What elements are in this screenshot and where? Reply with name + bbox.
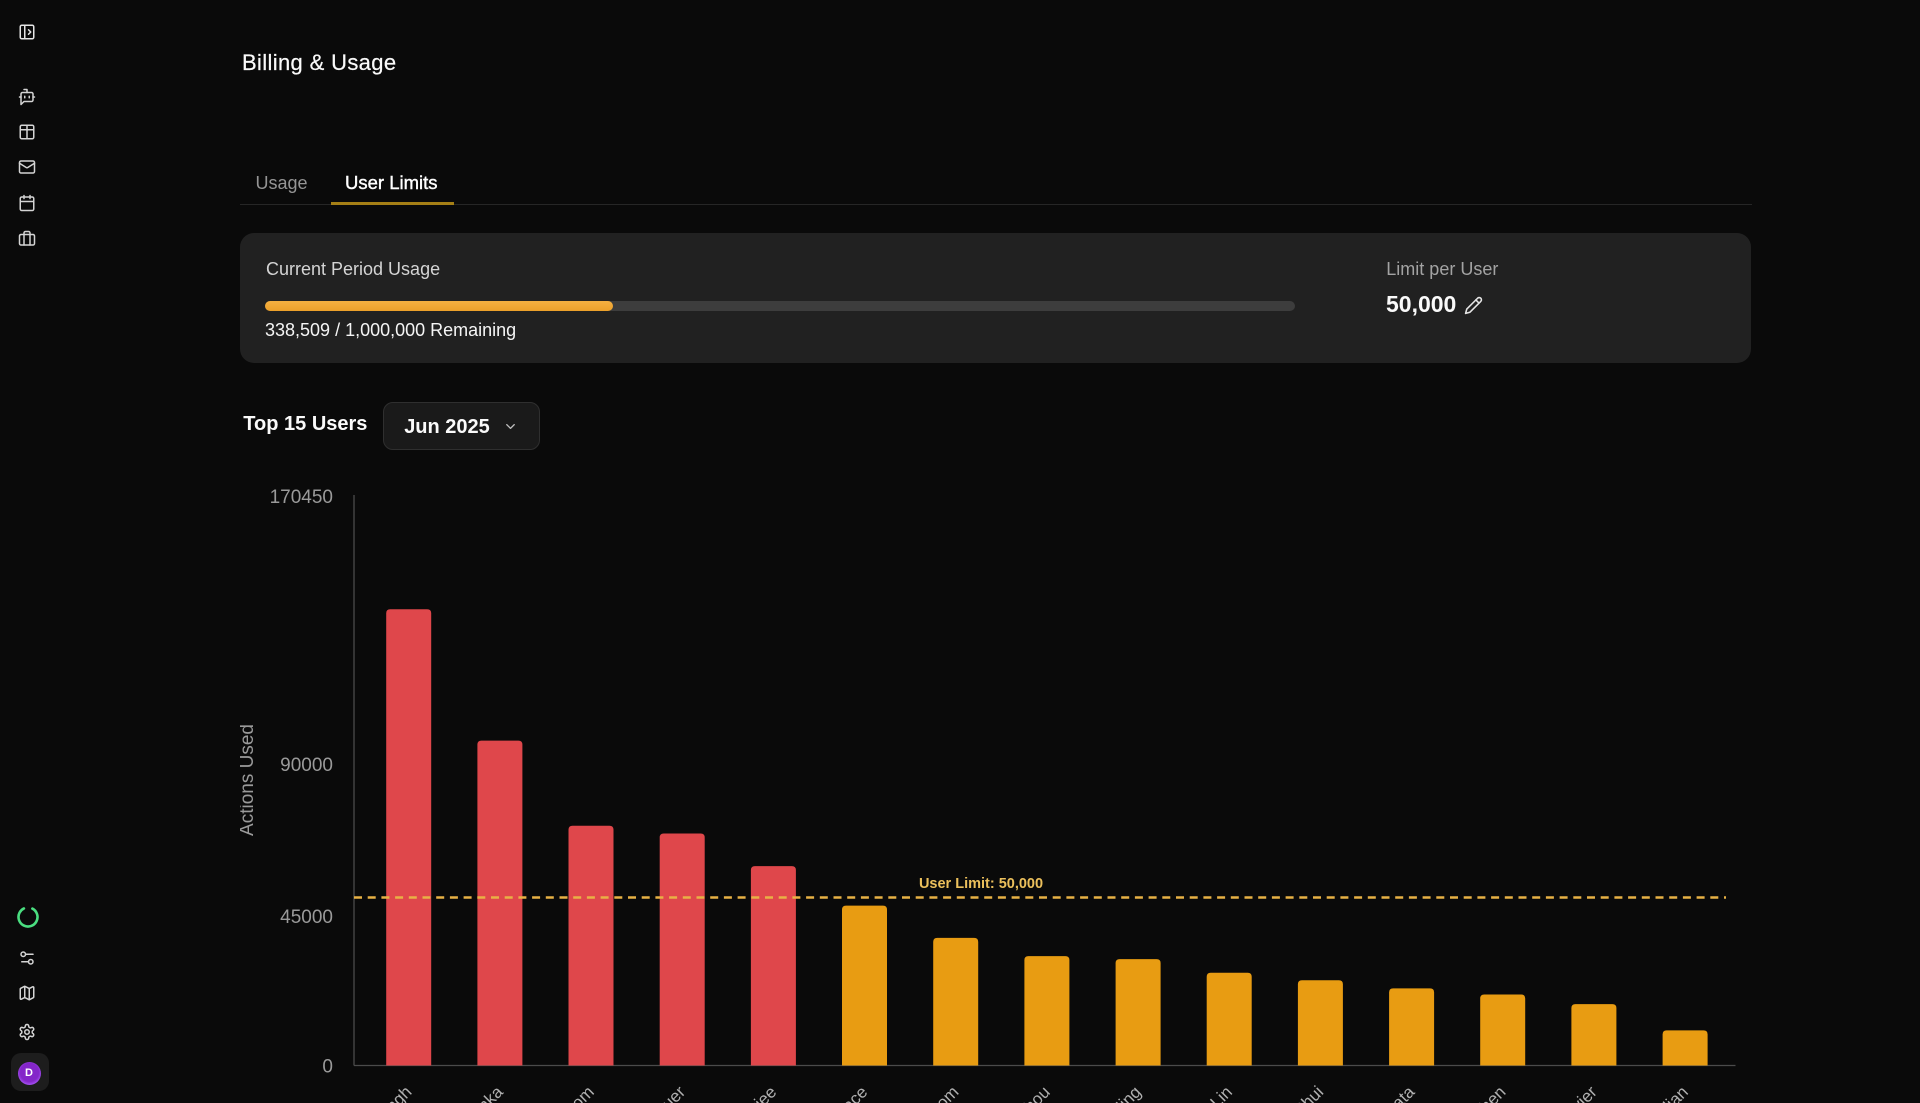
svg-text:Chen Shui: Chen Shui (1258, 1082, 1328, 1103)
svg-text:Lei Zhou: Lei Zhou (994, 1082, 1054, 1103)
svg-text:R. Banerjee: R. Banerjee (703, 1082, 780, 1103)
svg-text:Lilian: Lilian (1650, 1082, 1692, 1103)
svg-text:0: 0 (322, 1056, 333, 1077)
svg-text:Hinata: Hinata (1370, 1082, 1419, 1103)
svg-text:User Limit: 50,000: User Limit: 50,000 (919, 876, 1043, 892)
svg-text:45000: 45000 (280, 907, 333, 928)
svg-text:Li Ming: Li Ming (1093, 1082, 1145, 1103)
svg-text:Kai Lin: Kai Lin (1186, 1082, 1236, 1103)
svg-text:Javier: Javier (1555, 1082, 1601, 1103)
svg-text:170450: 170450 (270, 487, 333, 508)
svg-text:Arjan Singh: Arjan Singh (340, 1082, 416, 1103)
svg-text:Wei Chen: Wei Chen (1444, 1082, 1510, 1103)
svg-text:Priyanka: Priyanka (447, 1082, 508, 1103)
svg-text:Anna Bauer: Anna Bauer (612, 1082, 689, 1103)
svg-text:Candace: Candace (810, 1082, 872, 1103)
svg-text:Sam Ransom: Sam Ransom (512, 1082, 598, 1103)
svg-text:Actions Used: Actions Used (240, 724, 258, 836)
svg-text:90000: 90000 (280, 755, 333, 776)
svg-text:Tom Strom: Tom Strom (891, 1082, 963, 1103)
